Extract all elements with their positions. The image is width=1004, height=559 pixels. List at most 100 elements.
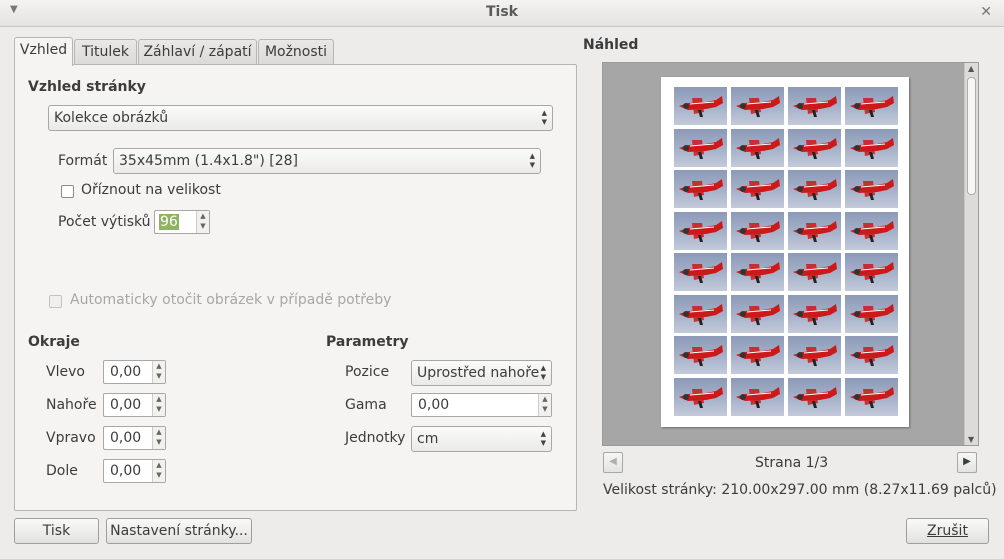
settings-panel: Vzhled stránky Kolekce obrázků ▲ ▼ Formát…	[14, 64, 577, 511]
spinner-arrows-icon[interactable]: ▲ ▼	[538, 394, 551, 416]
preview-thumbnail	[731, 294, 784, 333]
position-select[interactable]: Uprostřed nahoře ▲ ▼	[411, 360, 552, 386]
preview-thumbnail	[788, 377, 841, 416]
preview-thumbnail	[788, 170, 841, 208]
page-setup-button[interactable]: Nastavení stránky...	[106, 518, 252, 544]
preview-page	[661, 77, 909, 427]
margin-top-value: 0,00	[110, 397, 142, 413]
spinner-arrows-icon[interactable]: ▲ ▼	[152, 394, 165, 416]
format-select[interactable]: 35x45mm (1.4x1.8") [28] ▲ ▼	[113, 148, 541, 174]
spinner-arrows-icon[interactable]: ▲ ▼	[196, 211, 209, 233]
airplane-icon	[736, 137, 780, 159]
preview-thumbnail	[731, 170, 784, 208]
airplane-icon	[793, 96, 837, 117]
margin-bottom-spinner[interactable]: 0,00 ▲ ▼	[103, 459, 166, 483]
airplane-icon	[679, 386, 723, 408]
preview-thumbnail	[731, 87, 784, 125]
units-select-value: cm	[417, 431, 439, 447]
margin-right-label: Vpravo	[46, 430, 96, 446]
margins-title: Okraje	[28, 334, 80, 350]
next-page-button[interactable]: ▶	[957, 452, 977, 473]
preview-thumbnail	[788, 211, 841, 250]
airplane-icon	[850, 386, 894, 408]
preview-thumbnail	[845, 128, 898, 167]
scroll-down-icon[interactable]: ▼	[968, 435, 974, 444]
airplane-icon	[679, 303, 723, 325]
margin-left-spinner[interactable]: 0,00 ▲ ▼	[103, 360, 166, 384]
gamma-spinner[interactable]: 0,00 ▲ ▼	[411, 393, 552, 417]
crop-checkbox[interactable]	[61, 185, 74, 198]
airplane-icon	[679, 96, 723, 117]
airplane-icon	[679, 179, 723, 200]
preview-scrollbar[interactable]: ▲ ▼	[964, 63, 978, 445]
units-select[interactable]: cm ▲ ▼	[411, 426, 552, 452]
preview-thumbnail	[845, 211, 898, 250]
preview-thumbnail	[674, 170, 727, 208]
preview-thumbnail	[731, 128, 784, 167]
cancel-button[interactable]: Zrušit	[906, 518, 989, 544]
tab-titulek[interactable]: Titulek	[74, 39, 137, 65]
airplane-icon	[736, 345, 780, 366]
margin-bottom-label: Dole	[46, 463, 78, 479]
margin-left-label: Vlevo	[46, 364, 85, 380]
autorotate-checkbox	[49, 295, 62, 308]
spinner-arrows-icon[interactable]: ▲ ▼	[152, 460, 165, 482]
preview-thumbnail	[674, 128, 727, 167]
combo-arrows-icon: ▲ ▼	[529, 152, 535, 169]
airplane-icon	[793, 345, 837, 366]
format-label: Formát	[58, 153, 108, 169]
margin-right-value: 0,00	[110, 430, 142, 446]
tab-vzhled[interactable]: Vzhled	[14, 37, 73, 66]
preview-thumbnail	[731, 377, 784, 416]
preview-area: ▲ ▼	[602, 62, 979, 446]
airplane-icon	[850, 262, 894, 283]
preview-thumbnail	[674, 87, 727, 125]
copies-label: Počet výtisků	[58, 214, 151, 230]
margin-left-value: 0,00	[110, 364, 142, 380]
airplane-icon	[679, 137, 723, 159]
margin-right-spinner[interactable]: 0,00 ▲ ▼	[103, 426, 166, 450]
layout-select-value: Kolekce obrázků	[54, 110, 169, 126]
airplane-icon	[793, 137, 837, 159]
preview-thumbnail	[788, 336, 841, 374]
tab-options[interactable]: Možnosti	[258, 39, 334, 65]
airplane-icon	[850, 345, 894, 366]
gamma-label: Gama	[345, 397, 387, 413]
spinner-arrows-icon[interactable]: ▲ ▼	[152, 427, 165, 449]
preview-thumbnail	[674, 336, 727, 374]
margin-bottom-value: 0,00	[110, 463, 142, 479]
close-icon[interactable]: ✕	[980, 4, 992, 20]
format-select-value: 35x45mm (1.4x1.8") [28]	[119, 153, 299, 169]
airplane-icon	[850, 137, 894, 159]
airplane-icon	[736, 96, 780, 117]
preview-thumbnail	[788, 294, 841, 333]
margin-top-label: Nahoře	[46, 397, 97, 413]
page-indicator: Strana 1/3	[755, 455, 829, 471]
arrow-left-icon: ◀	[609, 456, 617, 467]
autorotate-label: Automaticky otočit obrázek v případě pot…	[70, 292, 392, 308]
copies-spinner[interactable]: 96 ▲ ▼	[154, 210, 210, 234]
scroll-up-icon[interactable]: ▲	[968, 64, 974, 73]
preview-thumbnail	[845, 336, 898, 374]
layout-select[interactable]: Kolekce obrázků ▲ ▼	[48, 105, 553, 131]
airplane-icon	[793, 386, 837, 408]
print-button[interactable]: Tisk	[14, 518, 99, 544]
airplane-icon	[736, 386, 780, 408]
prev-page-button[interactable]: ◀	[603, 452, 623, 473]
preview-thumbnail	[788, 87, 841, 125]
airplane-icon	[793, 262, 837, 283]
spinner-arrows-icon[interactable]: ▲ ▼	[152, 361, 165, 383]
airplane-icon	[736, 303, 780, 325]
preview-thumbnail	[845, 87, 898, 125]
margin-top-spinner[interactable]: 0,00 ▲ ▼	[103, 393, 166, 417]
scrollbar-thumb[interactable]	[967, 77, 976, 195]
position-select-value: Uprostřed nahoře	[417, 365, 540, 381]
combo-arrows-icon: ▲ ▼	[540, 364, 546, 381]
preview-thumbnail	[674, 253, 727, 291]
airplane-icon	[736, 179, 780, 200]
tab-header-footer[interactable]: Záhlaví / zápatí	[138, 39, 257, 65]
preview-thumbnail	[845, 253, 898, 291]
airplane-icon	[793, 220, 837, 242]
airplane-icon	[850, 220, 894, 242]
airplane-icon	[736, 220, 780, 242]
